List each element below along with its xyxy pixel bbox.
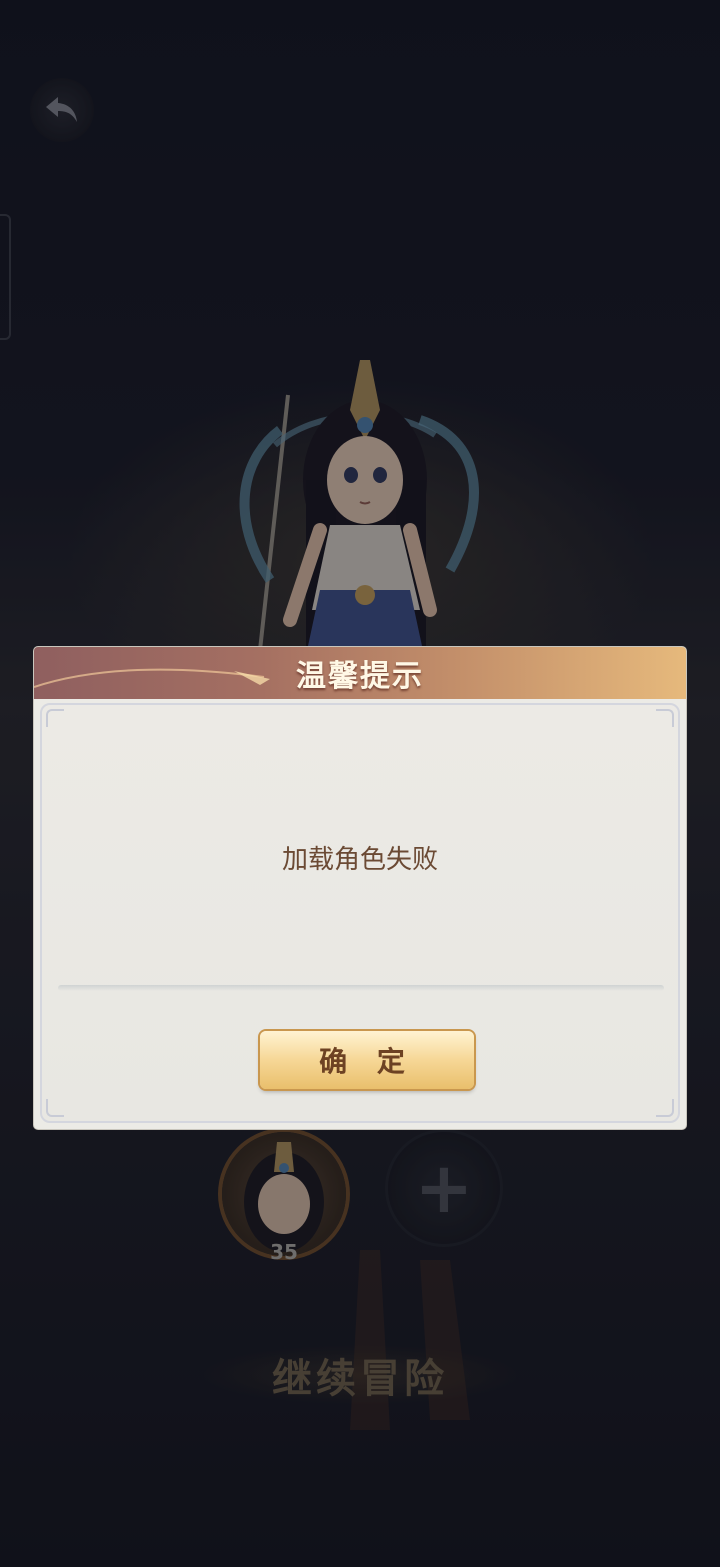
corner-decoration <box>46 709 64 727</box>
notice-dialog: 温馨提示 加载角色失败 确 定 <box>34 647 686 1129</box>
divider <box>58 985 664 991</box>
swoosh-decoration <box>34 668 270 688</box>
game-screen: 35 + 继续冒险 温馨提示 加载角色失败 确 定 <box>0 0 720 1567</box>
confirm-button[interactable]: 确 定 <box>260 1031 474 1089</box>
dialog-title: 温馨提示 <box>296 659 424 694</box>
corner-decoration <box>656 709 674 727</box>
corner-decoration <box>656 1099 674 1117</box>
dialog-message: 加载角色失败 <box>281 845 438 875</box>
dialog-body: 加载角色失败 确 定 <box>40 703 680 1123</box>
dialog-header: 温馨提示 <box>34 647 686 699</box>
corner-decoration <box>46 1099 64 1117</box>
